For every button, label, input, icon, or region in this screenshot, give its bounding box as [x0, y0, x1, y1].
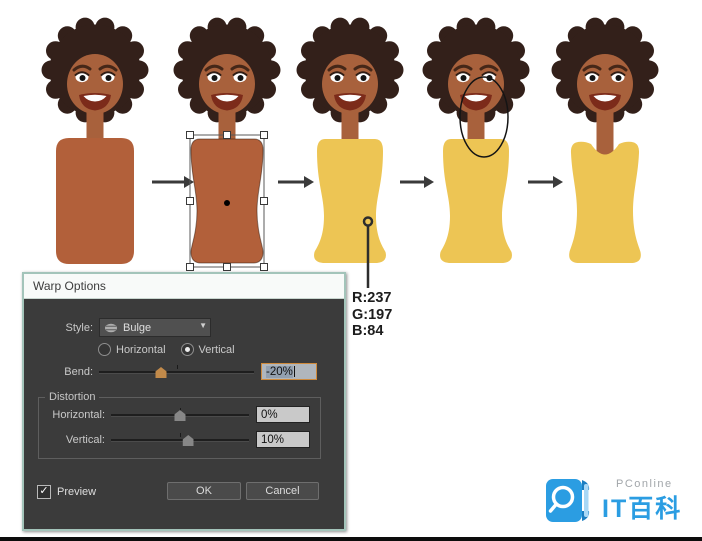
- step-arrow-icon: [528, 176, 563, 188]
- text-caret: [293, 366, 295, 377]
- character-step-4: [421, 16, 531, 263]
- distortion-vertical-label: Vertical:: [65, 433, 105, 446]
- orientation-radios: Horizontal Vertical: [98, 343, 235, 356]
- bend-slider-thumb[interactable]: [155, 367, 167, 378]
- character-step-2: [172, 16, 282, 271]
- rgb-red-value: R:237: [352, 290, 392, 306]
- style-label: Style:: [65, 321, 93, 334]
- vertical-radio[interactable]: Vertical: [180, 343, 235, 356]
- watermark-title: IT百科: [602, 495, 683, 523]
- yellow-top: [440, 139, 512, 263]
- yellow-tank-top: [569, 141, 641, 263]
- step-arrow-icon: [152, 176, 194, 188]
- horizontal-radio-label: Horizontal: [116, 343, 166, 356]
- preview-checkbox[interactable]: Preview: [37, 485, 96, 499]
- bend-input[interactable]: -20%: [261, 363, 317, 380]
- bend-label: Bend:: [64, 365, 93, 378]
- rgb-green-value: G:197: [352, 306, 393, 323]
- slider-track[interactable]: [99, 371, 254, 374]
- slider-track[interactable]: [111, 439, 249, 442]
- center-point: [224, 200, 230, 206]
- warp-options-dialog: Warp Options Style: Bulge ▼ Horizontal V…: [22, 272, 346, 531]
- character-step-5: [550, 16, 660, 263]
- dialog-body: Style: Bulge ▼ Horizontal Vertical Bend:…: [24, 299, 344, 529]
- radio-circle-icon: [98, 343, 111, 356]
- distortion-horizontal-value: 0%: [261, 408, 278, 421]
- tutorial-screenshot: Warp Options Style: Bulge ▼ Horizontal V…: [0, 0, 702, 541]
- slider-center-tick: [176, 365, 178, 369]
- distortion-horizontal-input[interactable]: 0%: [256, 406, 310, 423]
- checkmark-icon: [37, 485, 51, 499]
- style-value: Bulge: [123, 321, 152, 334]
- ok-button[interactable]: OK: [167, 482, 241, 500]
- distortion-group-label: Distortion: [49, 391, 96, 403]
- dialog-title: Warp Options: [24, 274, 344, 299]
- site-watermark: PConline IT百科: [545, 476, 682, 525]
- bend-row: Bend: -20%: [24, 363, 317, 380]
- bend-slider[interactable]: [99, 364, 254, 379]
- distortion-vertical-input[interactable]: 10%: [256, 431, 310, 448]
- distortion-horizontal-thumb[interactable]: [174, 410, 186, 421]
- style-row: Style: Bulge ▼: [24, 318, 322, 337]
- style-dropdown[interactable]: Bulge ▼: [99, 318, 211, 337]
- slider-center-tick: [180, 433, 181, 437]
- torso-rectangle: [56, 138, 134, 264]
- distortion-horizontal-slider[interactable]: [111, 407, 249, 422]
- horizontal-radio[interactable]: Horizontal: [98, 343, 166, 356]
- rgb-blue-value: B:84: [352, 323, 384, 339]
- step-arrow-icon: [278, 176, 314, 188]
- character-step-3: [295, 16, 405, 263]
- watermark-text: PConline IT百科: [602, 476, 682, 525]
- preview-label: Preview: [57, 486, 97, 498]
- cancel-button[interactable]: Cancel: [246, 482, 319, 500]
- distortion-vertical-row: Vertical: 10%: [39, 431, 320, 448]
- step-arrow-icon: [400, 176, 434, 188]
- bend-value: -20%: [266, 365, 293, 378]
- yellow-top: [314, 139, 386, 263]
- book-search-logo-icon: [546, 479, 590, 522]
- distortion-group: Distortion Horizontal: 0% Vertical: 10%: [38, 391, 321, 459]
- distortion-vertical-slider[interactable]: [111, 432, 249, 447]
- bottom-border-bar: [0, 537, 702, 541]
- distortion-vertical-value: 10%: [261, 433, 285, 446]
- chevron-down-icon: ▼: [199, 321, 207, 330]
- radio-circle-icon: [180, 343, 194, 356]
- character-step-1: [40, 16, 150, 264]
- vertical-radio-label: Vertical: [198, 343, 235, 356]
- rgb-color-callout: R:237 G:197 B:84: [352, 290, 392, 340]
- distortion-vertical-thumb[interactable]: [182, 435, 194, 446]
- distortion-horizontal-row: Horizontal: 0%: [39, 406, 320, 423]
- bulge-style-icon: [104, 323, 118, 333]
- distortion-horizontal-label: Horizontal:: [52, 408, 105, 421]
